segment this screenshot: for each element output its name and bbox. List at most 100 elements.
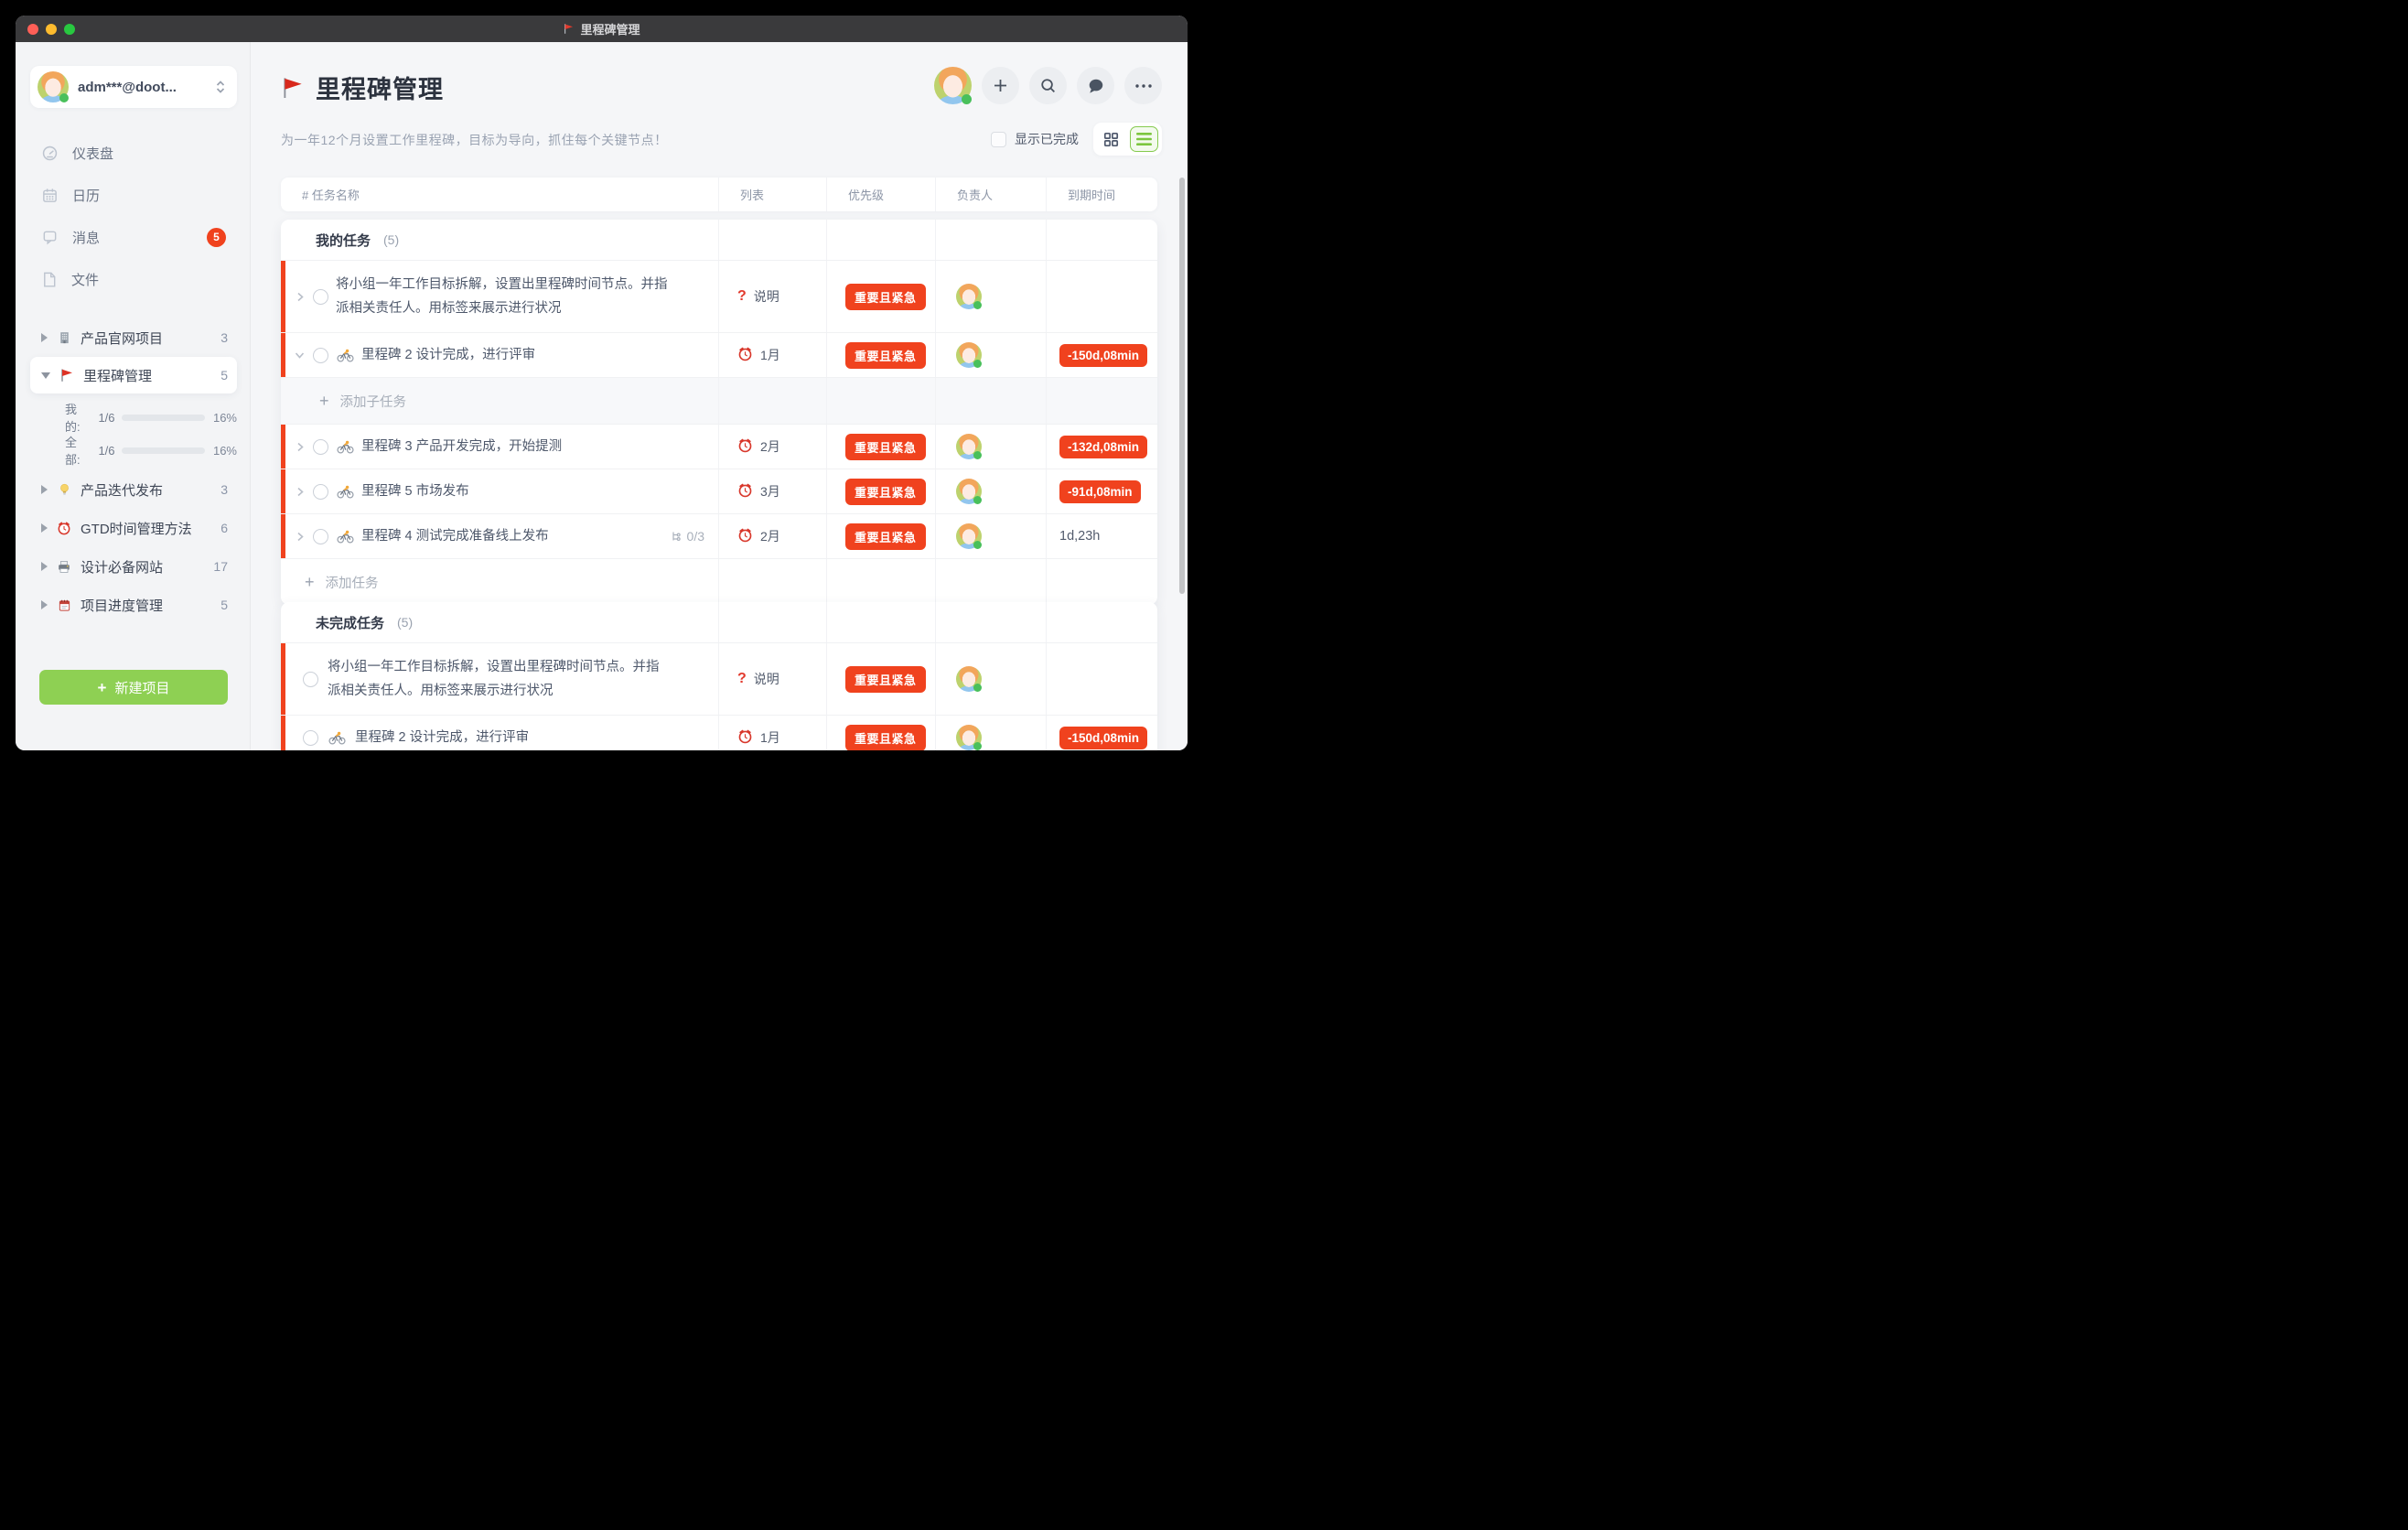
project-item-gtd[interactable]: GTD时间管理方法 6 (30, 509, 237, 547)
expand-arrow-icon[interactable] (41, 485, 48, 494)
group-toggle[interactable]: 未完成任务 (5) (281, 602, 718, 642)
grid-view-button[interactable] (1097, 126, 1125, 152)
column-header-due: 到期时间 (1046, 178, 1157, 211)
task-row[interactable]: 里程碑 3 产品开发完成，开始提测 2月 重要且紧急 -132d,08min (281, 424, 1157, 469)
search-icon (1039, 77, 1057, 94)
current-user-avatar[interactable] (934, 67, 972, 104)
expand-arrow-icon[interactable] (41, 523, 48, 533)
project-item-schedule[interactable]: 项目进度管理 5 (30, 586, 237, 624)
task-list: 2月 (760, 527, 780, 545)
task-list: 说明 (754, 670, 779, 688)
task-row[interactable]: 里程碑 2 设计完成，进行评审 1月 重要且紧急 -150d,08min (281, 715, 1157, 750)
sidebar-item-files[interactable]: 文件 (30, 258, 237, 300)
task-checkbox[interactable] (303, 672, 318, 687)
project-item-website[interactable]: 产品官网项目 3 (30, 318, 237, 357)
table-header: # 任务名称 列表 优先级 负责人 到期时间 (281, 178, 1157, 211)
task-checkbox[interactable] (313, 439, 328, 455)
add-button[interactable] (982, 67, 1019, 104)
add-task-label: 添加任务 (326, 573, 379, 592)
task-list: 1月 (760, 728, 780, 747)
show-completed-checkbox[interactable] (991, 132, 1006, 147)
task-row[interactable]: 里程碑 5 市场发布 3月 重要且紧急 -91d,08min (281, 469, 1157, 513)
task-checkbox[interactable] (313, 348, 328, 363)
app-window: 里程碑管理 adm***@doot... 仪表盘 日历 (16, 16, 1188, 750)
alarm-icon (56, 521, 72, 535)
search-button[interactable] (1029, 67, 1067, 104)
project-item-milestone-selected[interactable]: 里程碑管理 5 (30, 357, 237, 393)
chevron-up-down-icon (215, 80, 226, 94)
chat-button[interactable] (1077, 67, 1114, 104)
add-subtask-label: 添加子任务 (340, 392, 407, 411)
task-row[interactable]: 将小组一年工作目标拆解，设置出里程碑时间节点。并指派相关责任人。用标签来展示进行… (281, 642, 1157, 715)
project-label: 项目进度管理 (81, 596, 163, 615)
task-title: 里程碑 4 测试完成准备线上发布 (361, 524, 549, 548)
task-row[interactable]: 里程碑 4 测试完成准备线上发布 0/3 2月 重要且紧急 1d,23h (281, 513, 1157, 558)
online-status-dot (973, 496, 982, 504)
priority-badge: 重要且紧急 (845, 434, 926, 460)
online-status-dot (973, 301, 982, 309)
project-count: 17 (213, 559, 228, 574)
chevron-right-icon[interactable] (294, 291, 306, 303)
project-count: 6 (220, 521, 228, 535)
minimize-button[interactable] (46, 24, 57, 35)
show-completed-control[interactable]: 显示已完成 (991, 130, 1079, 148)
chevron-down-icon[interactable] (294, 350, 306, 361)
subtask-tree-icon (670, 531, 682, 543)
group-toggle[interactable]: 我的任务 (5) (281, 220, 718, 260)
column-header-priority: 优先级 (826, 178, 935, 211)
more-button[interactable] (1124, 67, 1162, 104)
expand-arrow-icon[interactable] (41, 333, 48, 342)
project-item-design-sites[interactable]: 设计必备网站 17 (30, 547, 237, 586)
project-count: 3 (220, 330, 228, 345)
task-checkbox[interactable] (313, 529, 328, 544)
vertical-scrollbar-thumb[interactable] (1179, 178, 1185, 594)
red-flag-icon (281, 76, 304, 100)
cyclist-icon (337, 349, 354, 362)
maximize-button[interactable] (64, 24, 75, 35)
task-row[interactable]: 里程碑 2 设计完成，进行评审 1月 重要且紧急 -150d,08min (281, 332, 1157, 377)
bulb-icon (56, 482, 72, 497)
sidebar-item-messages[interactable]: 消息 5 (30, 216, 237, 258)
sidebar-item-calendar[interactable]: 日历 (30, 174, 237, 216)
task-title: 里程碑 3 产品开发完成，开始提测 (361, 435, 562, 458)
sidebar-item-label: 文件 (71, 270, 99, 289)
close-button[interactable] (27, 24, 38, 35)
titlebar-title: 里程碑管理 (563, 20, 640, 38)
list-view-icon (1136, 133, 1152, 145)
red-flag-icon (563, 23, 575, 35)
due-time-text: 1d,23h (1059, 529, 1100, 544)
due-time-badge: -150d,08min (1059, 727, 1147, 749)
group-header: 我的任务 (5) (281, 220, 1157, 260)
list-view-button[interactable] (1130, 126, 1158, 152)
task-checkbox[interactable] (303, 730, 318, 746)
expand-arrow-icon[interactable] (41, 562, 48, 571)
user-account-button[interactable]: adm***@doot... (30, 66, 237, 108)
assignee-avatar (956, 523, 982, 549)
task-row[interactable]: 将小组一年工作目标拆解，设置出里程碑时间节点。并指派相关责任人。用标签来展示进行… (281, 260, 1157, 332)
add-task-row[interactable]: +添加任务 (281, 558, 1157, 605)
assignee-avatar (956, 342, 982, 368)
expand-arrow-icon[interactable] (41, 600, 48, 609)
task-title: 里程碑 5 市场发布 (361, 479, 469, 503)
due-time-badge: -91d,08min (1059, 480, 1141, 503)
chevron-right-icon[interactable] (294, 441, 306, 453)
add-subtask-row[interactable]: +添加子任务 (281, 377, 1157, 424)
new-project-button[interactable]: + 新建项目 (39, 670, 228, 705)
collapse-arrow-icon[interactable] (41, 372, 50, 379)
progress-row-all: 全部: 1/6 16% (65, 434, 237, 467)
cyclist-icon (337, 440, 354, 454)
dashboard-icon (41, 145, 59, 162)
chevron-right-icon[interactable] (294, 531, 306, 543)
sidebar-item-dashboard[interactable]: 仪表盘 (30, 132, 237, 174)
project-item-iteration[interactable]: 产品迭代发布 3 (30, 470, 237, 509)
chevron-right-icon[interactable] (294, 486, 306, 498)
sidebar-nav: 仪表盘 日历 消息 5 文件 (30, 132, 237, 300)
alarm-icon (737, 482, 753, 501)
progress-bar (122, 415, 205, 421)
column-header-list: 列表 (718, 178, 826, 211)
task-checkbox[interactable] (313, 484, 328, 500)
task-checkbox[interactable] (313, 289, 328, 305)
progress-percent: 16% (213, 444, 237, 458)
task-group-unfinished: 未完成任务 (5) 将小组一年工作目标拆解，设置出里程碑时间节点。并指派相关责任… (281, 602, 1157, 750)
project-list: 产品官网项目 3 里程碑管理 5 我的: 1/6 1 (30, 318, 237, 624)
